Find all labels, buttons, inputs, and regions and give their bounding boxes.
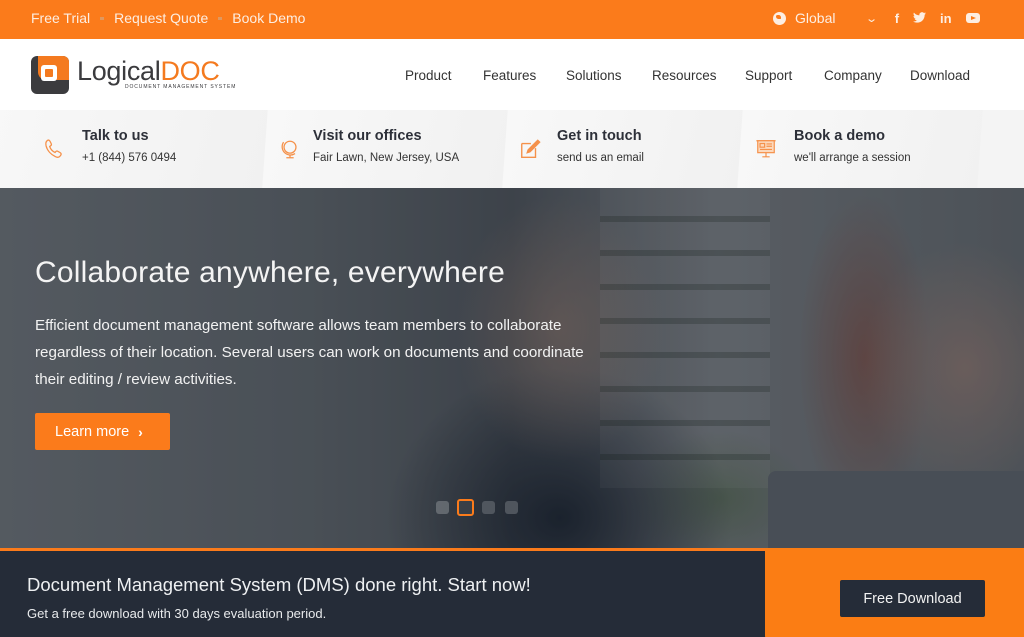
hero-title: Collaborate anywhere, everywhere bbox=[35, 256, 505, 289]
nav-solutions[interactable]: Solutions bbox=[566, 68, 622, 83]
top-right: Global ⌄ f in bbox=[773, 10, 980, 26]
logo-mark-icon bbox=[31, 56, 69, 94]
hero-slider: Collaborate anywhere, everywhere Efficie… bbox=[0, 188, 1024, 548]
logo-accent: DOC bbox=[160, 56, 220, 86]
separator bbox=[218, 16, 223, 20]
nav-support[interactable]: Support bbox=[745, 68, 792, 83]
free-download-button[interactable]: Free Download bbox=[840, 580, 985, 617]
globe-icon bbox=[773, 11, 786, 25]
globe-stand-icon bbox=[281, 140, 297, 159]
linkedin-icon[interactable]: in bbox=[940, 11, 952, 26]
hero-text: Efficient document management software a… bbox=[35, 317, 584, 388]
slider-dots bbox=[436, 499, 528, 516]
slide-dot-1[interactable] bbox=[436, 501, 449, 514]
phone-icon bbox=[45, 139, 62, 158]
learn-more-button[interactable]: Learn more › bbox=[35, 413, 170, 450]
contact-talk-to-us[interactable]: Talk to us +1 (844) 576 0494 bbox=[0, 110, 260, 188]
contact-get-in-touch[interactable]: Get in touch send us an email bbox=[505, 110, 740, 188]
cta-banner: Document Management System (DMS) done ri… bbox=[0, 548, 1024, 637]
nav-download[interactable]: Download bbox=[910, 68, 970, 83]
separator bbox=[100, 16, 105, 20]
request-quote-link[interactable]: Request Quote bbox=[114, 10, 208, 26]
slide-dot-2[interactable] bbox=[457, 499, 474, 516]
learn-more-label: Learn more bbox=[55, 423, 130, 440]
slide-dot-3[interactable] bbox=[482, 501, 495, 514]
social-links: f in bbox=[895, 11, 980, 26]
logo-text: LogicalDOC DOCUMENT MANAGEMENT SYSTEM bbox=[77, 57, 236, 90]
cta-subtitle: Get a free download with 30 days evaluat… bbox=[27, 606, 327, 621]
contact-detail: we'll arrange a session bbox=[794, 152, 911, 164]
free-trial-link[interactable]: Free Trial bbox=[31, 10, 90, 26]
contact-detail: Fair Lawn, New Jersey, USA bbox=[313, 152, 460, 164]
top-bar: Free Trial Request Quote Book Demo Globa… bbox=[0, 0, 1024, 39]
main-header: LogicalDOC DOCUMENT MANAGEMENT SYSTEM Pr… bbox=[0, 39, 1024, 110]
region-selector[interactable]: Global ⌄ bbox=[773, 10, 879, 26]
youtube-icon[interactable] bbox=[965, 13, 980, 23]
logo-tagline: DOCUMENT MANAGEMENT SYSTEM bbox=[125, 84, 237, 90]
contact-detail: send us an email bbox=[557, 152, 644, 164]
contact-title: Visit our offices bbox=[313, 128, 422, 144]
region-label: Global bbox=[795, 10, 836, 26]
chevron-right-icon: › bbox=[138, 423, 143, 440]
logo[interactable]: LogicalDOC DOCUMENT MANAGEMENT SYSTEM bbox=[31, 56, 236, 96]
contact-title: Get in touch bbox=[557, 128, 642, 144]
contact-title: Talk to us bbox=[82, 128, 149, 144]
contact-visit-offices[interactable]: Visit our offices Fair Lawn, New Jersey,… bbox=[265, 110, 505, 188]
contact-title: Book a demo bbox=[794, 128, 886, 144]
presentation-board-icon bbox=[756, 140, 776, 158]
contact-detail: +1 (844) 576 0494 bbox=[82, 152, 177, 164]
contact-strip: Talk to us +1 (844) 576 0494 Visit our o… bbox=[0, 110, 1024, 188]
logo-word: Logical bbox=[77, 56, 161, 86]
nav-company[interactable]: Company bbox=[824, 68, 882, 83]
nav-resources[interactable]: Resources bbox=[652, 68, 717, 83]
slide-dot-4[interactable] bbox=[505, 501, 518, 514]
twitter-icon[interactable] bbox=[913, 11, 927, 26]
nav-product[interactable]: Product bbox=[405, 68, 452, 83]
book-demo-link[interactable]: Book Demo bbox=[232, 10, 305, 26]
nav-features[interactable]: Features bbox=[483, 68, 536, 83]
top-links: Free Trial Request Quote Book Demo bbox=[31, 10, 305, 26]
contact-book-demo[interactable]: Book a demo we'll arrange a session bbox=[740, 110, 980, 188]
facebook-icon[interactable]: f bbox=[895, 11, 899, 26]
chevron-down-icon: ⌄ bbox=[865, 12, 879, 25]
edit-note-icon bbox=[521, 139, 541, 158]
cta-title: Document Management System (DMS) done ri… bbox=[27, 574, 531, 595]
